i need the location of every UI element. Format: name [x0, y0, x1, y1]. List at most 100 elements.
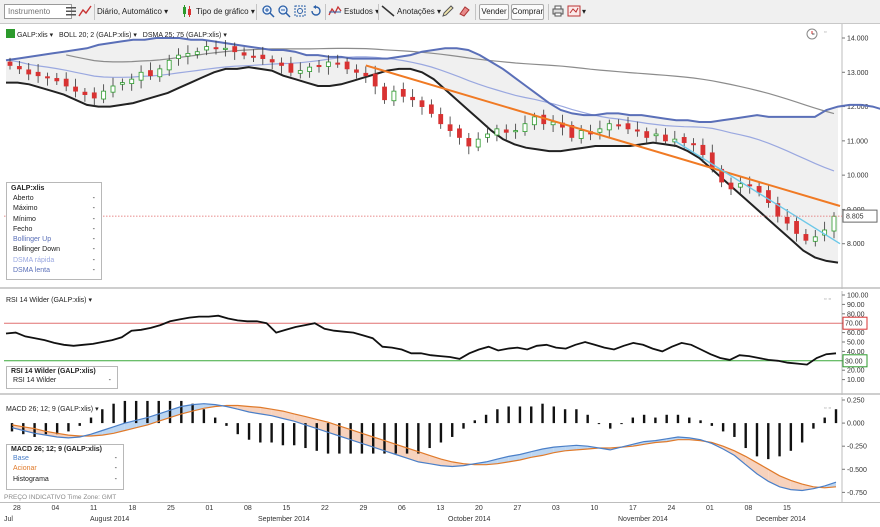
main-legend-row: Fecho -: [7, 225, 101, 235]
y-tick-label: 14.000: [847, 36, 869, 43]
candle-body: [681, 137, 687, 143]
candle-body: [522, 123, 528, 133]
main-pane-maximize-icon[interactable]: ▫: [824, 29, 826, 36]
buy-button[interactable]: Comprar: [511, 4, 544, 20]
candle-body: [63, 78, 69, 87]
candle-body: [110, 85, 116, 93]
list-icon[interactable]: [64, 4, 78, 18]
macd-histogram-bar: [834, 409, 838, 424]
macd-histogram-bar: [451, 423, 454, 437]
instrument-input[interactable]: [4, 4, 72, 19]
clock-icon[interactable]: [806, 28, 818, 40]
main-legend: GALP:xlis Aberto - Máximo - Mínimo - Fecho - Bol…: [6, 182, 102, 280]
macd-histogram-bar: [812, 423, 815, 429]
pencil-icon[interactable]: [441, 4, 455, 18]
macd-histogram-bar: [10, 423, 14, 432]
sell-button[interactable]: Vender: [479, 4, 509, 20]
rsi-pane-header[interactable]: RSI 14 Wilder (GALP:xlis) ▾: [6, 296, 92, 304]
eraser-icon[interactable]: [457, 4, 471, 18]
candle-body: [279, 62, 284, 66]
macd-histogram-bar: [800, 423, 804, 443]
y-tick-label: 0.000: [847, 421, 865, 428]
candle-body: [335, 62, 341, 65]
zoom-in-icon[interactable]: [261, 4, 275, 18]
macd-histogram-bar: [315, 423, 318, 451]
candle-body: [91, 92, 97, 99]
macd-histogram-bar: [484, 414, 488, 424]
candle-body: [466, 138, 472, 147]
candle-body: [213, 47, 219, 50]
macd-bg: [0, 397, 880, 502]
macd-legend-rows: Base - Acionar - Histograma -: [7, 454, 123, 485]
candle-body: [363, 72, 369, 77]
main-legend-label: Fecho: [13, 225, 33, 233]
export-dropdown-arrow[interactable]: ▾: [582, 4, 586, 20]
macd-pane-header[interactable]: MACD 26; 12; 9 (GALP:xlis) ▾: [6, 405, 99, 413]
x-tick-label: 22: [321, 505, 329, 512]
print-icon[interactable]: [551, 4, 565, 18]
macd-pane-maximize-icon[interactable]: ▫ ▫: [824, 405, 831, 412]
y-tick-label: 60.00: [847, 330, 865, 337]
studies-label: Estudos: [344, 7, 373, 16]
x-tick-label: 15: [282, 505, 291, 512]
macd-histogram-bar: [213, 417, 217, 424]
compare-icon[interactable]: [78, 4, 92, 18]
macd-histogram-bar: [112, 403, 115, 424]
x-month-label: December 2014: [756, 516, 806, 523]
time-axis[interactable]: 28 04 11 18 25 01 08 15 22 29 06 13 20 27 03 10 17 24 01 08…: [0, 502, 880, 527]
main-legend-label: DSMA lenta: [13, 267, 50, 275]
main-legend-label: Bollinger Down: [13, 246, 61, 254]
macd-histogram-bar: [281, 423, 285, 446]
export-icon[interactable]: [567, 4, 581, 18]
macd-chart[interactable]: 0.250 0.000 -0.250 -0.500 -0.750: [0, 397, 880, 502]
main-title-boll[interactable]: BOLL 20; 2 (GALP:xlis): [59, 32, 132, 39]
rsi-chart[interactable]: 100.0090.0080.0060.0050.0040.0020.0010.0…: [0, 291, 880, 395]
rsi-legend-row: RSI 14 Wilder -: [7, 376, 117, 386]
rsi-pane-maximize-icon[interactable]: ▫ ▫: [824, 296, 831, 303]
price-chart[interactable]: 14.00013.00012.00011.00010.0009.0008.000…: [0, 24, 880, 289]
candle-body: [438, 114, 444, 125]
candle-body: [185, 53, 191, 57]
period-dropdown[interactable]: Diário, Automático ▾: [97, 4, 168, 20]
main-legend-row: Bollinger Down -: [7, 245, 101, 255]
rsi-legend-title: RSI 14 Wilder (GALP:xlis): [11, 368, 96, 375]
macd-histogram-bar: [541, 403, 544, 424]
rsi-legend-rows: RSI 14 Wilder -: [7, 376, 117, 386]
candle-body: [7, 61, 13, 66]
toolbar: Diário, Automático ▾ Tipo de gráfico ▾ E…: [0, 0, 880, 24]
candle-body: [194, 51, 200, 55]
macd-histogram-bar: [789, 423, 793, 451]
y-tick-label: 100.00: [847, 293, 869, 300]
main-title-dsma[interactable]: DSMA 25; 75 (GALP:xlis): [143, 32, 222, 39]
macd-histogram-bar: [552, 406, 556, 424]
macd-histogram-bar: [89, 417, 93, 424]
studies-dropdown[interactable]: Estudos ▾: [344, 4, 379, 20]
x-tick-label: 01: [706, 505, 714, 512]
annotations-dropdown[interactable]: Anotações ▾: [397, 4, 441, 20]
candle-body: [251, 55, 256, 58]
macd-histogram-bar: [405, 423, 409, 454]
x-tick-label: 01: [205, 505, 214, 512]
x-tick-label: 08: [744, 505, 753, 512]
zoom-out-icon[interactable]: [277, 4, 291, 18]
main-title-symbol[interactable]: GALP:xlis: [17, 32, 48, 39]
macd-histogram-bar: [146, 400, 149, 424]
y-tick-label: 20.00: [847, 368, 865, 375]
candle-body: [447, 124, 453, 131]
zoom-area-icon[interactable]: [293, 4, 307, 18]
candle-body: [325, 61, 331, 67]
macd-histogram-bar: [360, 423, 364, 454]
x-tick-label: 25: [167, 505, 175, 512]
main-legend-label: DSMA rápida: [13, 256, 55, 264]
candle-body: [129, 78, 135, 84]
candle-body: [784, 216, 790, 224]
reset-icon[interactable]: [309, 4, 323, 18]
macd-legend-title: MACD 26; 12; 9 (GALP:xlis): [11, 446, 103, 453]
y-tick-label: -0.500: [847, 467, 867, 474]
chart-type-dropdown[interactable]: Tipo de gráfico ▾: [196, 4, 255, 20]
macd-histogram-bar: [688, 417, 691, 424]
macd-histogram-bar: [236, 423, 239, 435]
candle-body: [644, 131, 650, 138]
y-tick-label: 50.00: [847, 340, 865, 347]
macd-histogram-bar: [721, 423, 725, 432]
